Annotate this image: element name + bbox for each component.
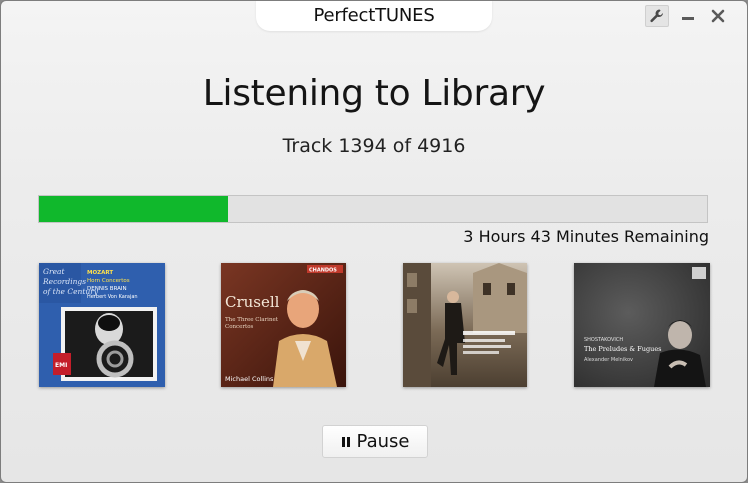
album-1-series: Great: [43, 267, 65, 276]
album-2-brand: CHANDOS: [309, 268, 337, 274]
time-remaining: 3 Hours 43 Minutes Remaining: [463, 227, 709, 246]
pause-icon: [341, 436, 350, 447]
track-status: Track 1394 of 4916: [282, 135, 466, 157]
pause-label: Pause: [356, 431, 410, 452]
album-cover-2: CHANDOS Crusell The Three Clarinet Conce…: [221, 263, 346, 387]
album-cover-1: Great Recordings of the Century MOZART H…: [39, 263, 165, 387]
app-title: PerfectTUNES: [313, 5, 435, 26]
album-2-subtitle: The Three Clarinet: [225, 317, 279, 323]
album-1-label: MOZART: [87, 270, 113, 276]
album-cover-3: [403, 263, 527, 387]
title-bar: PerfectTUNES: [256, 1, 492, 31]
album-2-performer: Michael Collins: [225, 375, 274, 383]
settings-button[interactable]: [645, 5, 669, 27]
album-1-performer: DENNIS BRAIN: [87, 286, 127, 292]
album-1-conductor: Herbert Von Karajan: [87, 294, 138, 300]
app-window: PerfectTUNES Listening to Library Track …: [0, 0, 748, 483]
window-controls: [645, 5, 729, 27]
progress-fill: [39, 196, 229, 222]
progress-bar: [38, 195, 708, 223]
album-2-subtitle-2: Concertos: [225, 324, 254, 330]
album-2-title: Crusell: [225, 293, 280, 311]
close-button[interactable]: [707, 5, 729, 27]
album-art-crusell: CHANDOS Crusell The Three Clarinet Conce…: [221, 263, 346, 387]
pause-button[interactable]: Pause: [322, 425, 428, 458]
album-art-mozart: Great Recordings of the Century MOZART H…: [39, 263, 165, 387]
album-1-series-2: Recordings: [42, 277, 86, 286]
album-4-performer: Alexander Melnikov: [584, 357, 633, 363]
album-4-title: The Preludes & Fugues: [584, 345, 662, 353]
wrench-icon: [650, 9, 663, 23]
page-title: Listening to Library: [202, 73, 546, 114]
album-1-brand: EMI: [55, 362, 67, 369]
album-art-shostakovich: SHOSTAKOVICH The Preludes & Fugues Alexa…: [574, 263, 710, 387]
close-icon: [711, 9, 725, 23]
minimize-button[interactable]: [677, 5, 699, 27]
album-4-composer: SHOSTAKOVICH: [584, 337, 623, 343]
minimize-icon: [682, 17, 694, 20]
album-cover-4: SHOSTAKOVICH The Preludes & Fugues Alexa…: [574, 263, 710, 387]
album-art-street: [403, 263, 527, 387]
album-1-title: Horn Concertos: [87, 278, 130, 284]
